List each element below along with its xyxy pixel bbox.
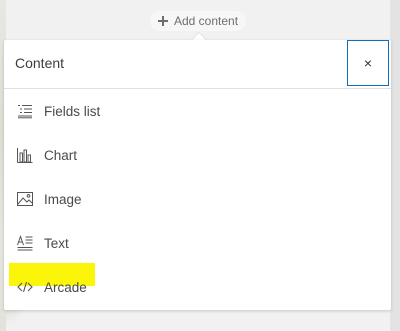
image-icon (17, 192, 33, 206)
menu-item-label: Chart (44, 147, 78, 163)
text-icon (17, 235, 33, 251)
close-button[interactable]: × (347, 40, 389, 86)
menu-item-image[interactable]: Image (4, 177, 391, 221)
menu-item-label: Fields list (44, 103, 101, 119)
menu-item-fields-list[interactable]: Fields list (4, 89, 391, 133)
menu-item-label: Image (44, 191, 82, 207)
close-icon: × (363, 55, 373, 71)
panel-header: Content × (4, 40, 391, 89)
content-panel: Content × Fields list Chart Image Text A… (4, 40, 391, 310)
add-content-label: Add content (174, 14, 239, 28)
map-edge-right (390, 0, 400, 331)
fields-list-icon (18, 105, 32, 119)
menu-item-arcade[interactable]: Arcade (4, 263, 391, 309)
menu-item-label: Arcade (44, 279, 87, 295)
panel-title: Content (15, 55, 65, 71)
bar-chart-icon (17, 148, 33, 163)
content-menu: Fields list Chart Image Text Arcade (4, 89, 391, 309)
code-icon (17, 281, 33, 293)
menu-item-text[interactable]: Text (4, 221, 391, 265)
menu-item-chart[interactable]: Chart (4, 133, 391, 177)
add-content-button[interactable]: Add content (150, 11, 247, 31)
plus-icon (158, 16, 168, 26)
menu-item-label: Text (44, 235, 69, 251)
